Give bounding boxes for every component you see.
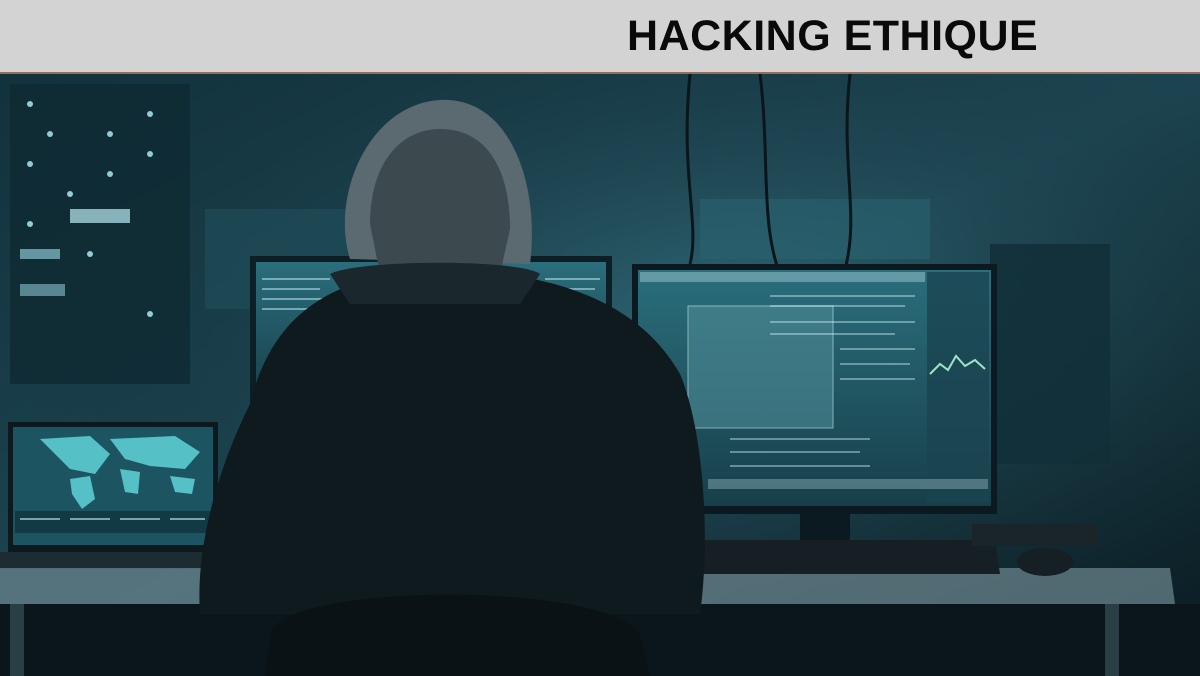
header-banner: HACKING ETHIQUE: [0, 0, 1200, 74]
page-title: HACKING ETHIQUE: [627, 12, 1039, 60]
server-rack-lights: [10, 84, 190, 384]
mouse: [1017, 548, 1073, 576]
keyboard: [690, 540, 1000, 574]
hero-photo: [0, 74, 1200, 676]
